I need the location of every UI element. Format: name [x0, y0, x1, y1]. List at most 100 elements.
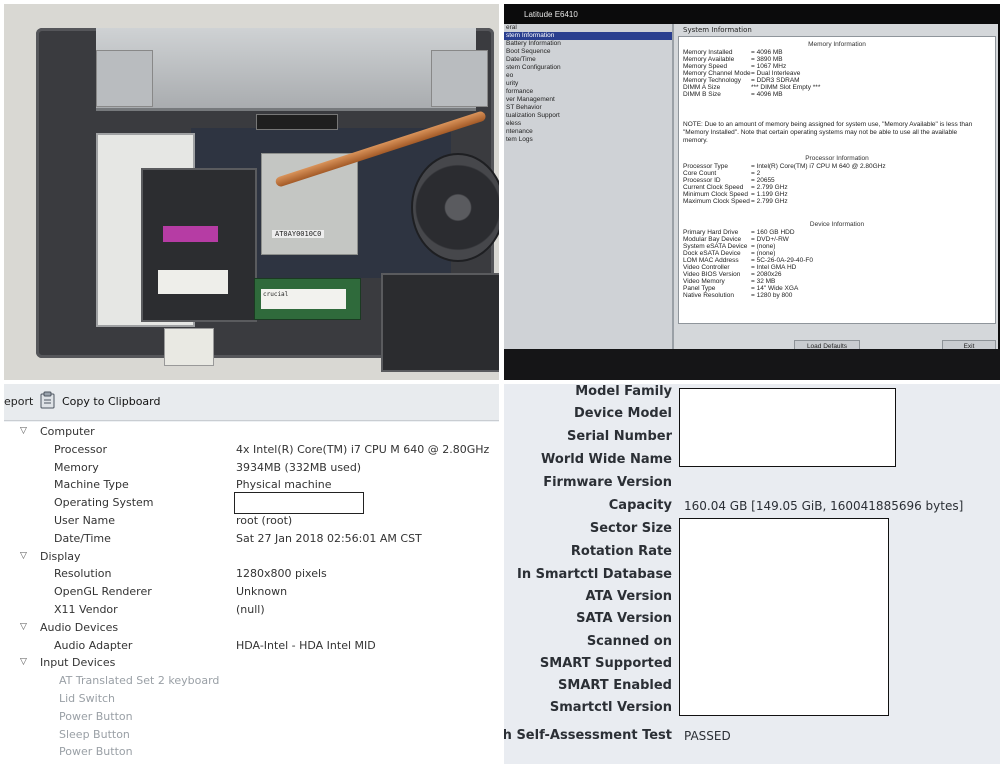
redaction-box-bottom [679, 518, 889, 716]
device-row-key: System eSATA Device [683, 243, 748, 250]
laptop-underside-photo: AT0AY0010C0 crucial [4, 4, 499, 380]
system-information-box: Memory Information NOTE: Due to an amoun… [678, 36, 996, 324]
tree-row-label: OpenGL Renderer [54, 585, 152, 599]
device-row: Modular Bay Device = DVD+/-RW [683, 236, 789, 243]
device-row-value: = 32 MB [751, 278, 776, 285]
expand-triangle-icon[interactable]: ▽ [20, 619, 27, 636]
processor-row-value: = Intel(R) Core(TM) i7 CPU M 640 @ 2.80G… [751, 163, 886, 170]
device-row-key: Video Controller [683, 264, 730, 271]
bios-nav-item[interactable]: Battery Information [504, 40, 672, 48]
heatsink-label: AT0AY0010C0 [272, 230, 325, 238]
memory-row: Memory Installed = 4096 MB [683, 49, 783, 56]
smart-field-label: Rotation Rate [570, 544, 672, 559]
memory-row-key: Memory Available [683, 56, 735, 63]
device-row-key: Primary Hard Drive [683, 229, 739, 236]
tree-row[interactable]: Memory 3934MB (332MB used) [4, 459, 499, 476]
laptop-hinge [96, 28, 476, 111]
processor-row-value: = 20655 [751, 177, 775, 184]
smart-field-label: Sector Size [589, 521, 672, 536]
tree-group[interactable]: ▽ Audio Devices [4, 619, 499, 636]
tree-row[interactable]: Power Button [4, 743, 499, 760]
tree-group[interactable]: ▽ Display [4, 548, 499, 565]
tree-row[interactable]: Machine Type Physical machine [4, 476, 499, 493]
memory-row: Memory Speed = 1067 MHz [683, 63, 786, 70]
tree-row[interactable]: Processor 4x Intel(R) Core(TM) i7 CPU M 6… [4, 441, 499, 458]
device-row-value: = 5C-26-0A-29-40-F0 [751, 257, 813, 264]
tree-row[interactable]: Audio Adapter HDA-Intel - HDA Intel MID [4, 637, 499, 654]
tree-row-value: root (root) [236, 514, 293, 527]
device-row: Video BIOS Version = 2080x26 [683, 271, 782, 278]
device-row: Video Controller = Intel GMA HD [683, 264, 796, 271]
bios-title: Latitude E6410 [524, 10, 578, 19]
copy-to-clipboard-button[interactable]: Copy to Clipboard [62, 395, 160, 408]
bios-nav-item[interactable]: ST Behavior [504, 104, 672, 112]
tree-group[interactable]: ▽ Input Devices [4, 654, 499, 671]
hdd-purple-label [163, 226, 218, 242]
tree-group[interactable]: ▽ Computer [4, 423, 499, 440]
tree-row[interactable]: Resolution 1280x800 pixels [4, 565, 499, 582]
tree-row-label: Processor [54, 442, 107, 456]
memory-row-key: Memory Channel Mode [683, 70, 751, 77]
bios-nav-item[interactable]: ver Management [504, 96, 672, 104]
tree-row[interactable]: Lid Switch [4, 690, 499, 707]
bios-nav-item[interactable]: eo [504, 72, 672, 80]
tree-row-label: Resolution [54, 567, 112, 581]
memory-row-key: DIMM A Size [683, 84, 721, 91]
smart-field-label: Firmware Version [543, 475, 672, 490]
expand-triangle-icon[interactable]: ▽ [20, 423, 27, 440]
memory-row-key: Memory Speed [683, 63, 728, 70]
smart-field-label: SATA Version [576, 611, 672, 626]
tree-row-value: (null) [236, 603, 265, 616]
processor-row: Processor Type = Intel(R) Core(TM) i7 CPU… [683, 163, 886, 170]
memory-row: DIMM A Size *** DIMM Slot Empty *** [683, 84, 820, 91]
bios-nav-item[interactable]: Date/Time [504, 56, 672, 64]
expand-triangle-icon[interactable]: ▽ [20, 654, 27, 671]
expand-triangle-icon[interactable]: ▽ [20, 548, 27, 565]
tree-group-label: Input Devices [40, 656, 116, 670]
tree-row[interactable]: Sleep Button [4, 726, 499, 743]
memory-note: NOTE: Due to an amount of memory being a… [683, 121, 973, 144]
tree-row[interactable]: Date/Time Sat 27 Jan 2018 02:56:01 AM CST [4, 530, 499, 547]
monitor-bezel [504, 349, 1000, 380]
device-row-value: = 14" Wide XGA [751, 285, 799, 292]
processor-row-value: = 2 [751, 170, 761, 177]
processor-row-key: Processor Type [683, 163, 729, 170]
tree-row-value: 3934MB (332MB used) [236, 460, 362, 474]
tree-row-value: Unknown [236, 585, 288, 599]
tree-row[interactable]: X11 Vendor (null) [4, 601, 499, 618]
bios-nav-item[interactable]: ntenance [504, 128, 672, 136]
tree-row[interactable]: AT Translated Set 2 keyboard [4, 672, 499, 689]
tree-row[interactable]: User Name root (root) [4, 512, 499, 529]
bios-nav-item[interactable]: stem Configuration [504, 64, 672, 72]
tree-row-label: Power Button [59, 745, 133, 759]
bios-nav-item[interactable]: Boot Sequence [504, 48, 672, 56]
bios-nav-item[interactable]: urity [504, 80, 672, 88]
clipboard-icon[interactable] [40, 391, 56, 409]
device-row-value: = DVD+/-RW [751, 236, 789, 243]
memory-row-key: Memory Installed [683, 49, 733, 56]
bios-nav-tree: eral stem Information Battery Information B… [504, 24, 672, 349]
smart-field-value: 160.04 GB [149.05 GiB, 160041885696 byte… [684, 499, 964, 513]
processor-row: Processor ID = 20655 [683, 177, 775, 184]
device-row: System eSATA Device = (none) [683, 243, 775, 250]
tree-row[interactable]: OpenGL Renderer Unknown [4, 583, 499, 600]
bios-nav-item[interactable]: tem Logs [504, 136, 672, 144]
processor-info-header: Processor Information [805, 155, 869, 162]
tree-group-label: Display [40, 549, 81, 563]
processor-row-value: = 2.799 GHz [751, 198, 788, 205]
tree-row-label: Sleep Button [59, 727, 130, 741]
bios-nav-item[interactable]: eless [504, 120, 672, 128]
toolbar: eport Copy to Clipboard [4, 384, 499, 421]
tree-row-label: Lid Switch [59, 692, 116, 705]
smart-field-label: In Smartctl Database [516, 567, 672, 582]
bios-nav-item[interactable]: stem Information [504, 32, 672, 40]
hinge-bracket-left [96, 50, 153, 107]
bios-nav-item[interactable]: formance [504, 88, 672, 96]
info-tree: ▽ Computer Processor 4x Intel(R) Core(TM) i… [4, 422, 499, 764]
tree-row-label: AT Translated Set 2 keyboard [59, 674, 220, 688]
processor-row-key: Processor ID [683, 177, 721, 184]
tree-row[interactable]: Power Button [4, 708, 499, 725]
bios-nav-item[interactable]: eral [504, 24, 672, 32]
report-button-label[interactable]: eport [4, 395, 33, 408]
bios-nav-item[interactable]: tualization Support [504, 112, 672, 120]
